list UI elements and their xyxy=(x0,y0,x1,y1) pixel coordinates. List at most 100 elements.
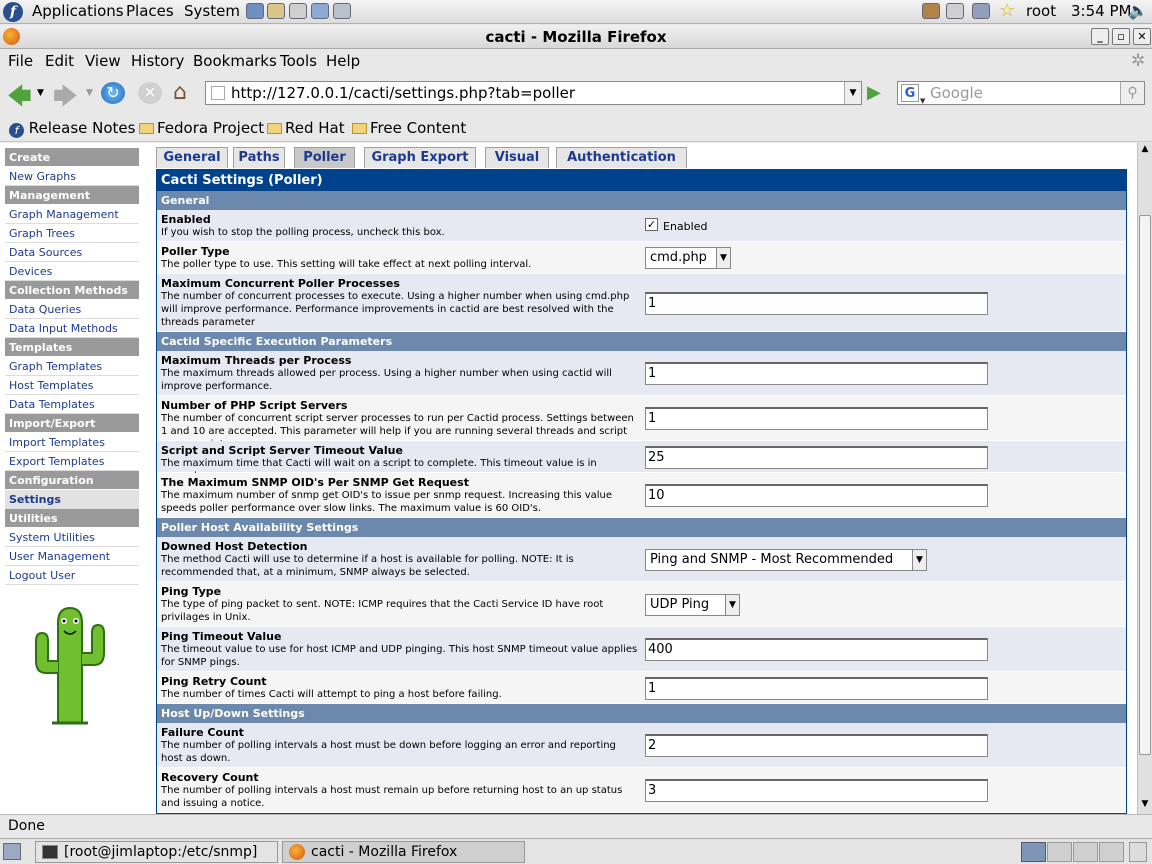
go-arrow-icon[interactable]: ▶ xyxy=(867,82,881,103)
firefox-window-icon[interactable] xyxy=(3,28,20,45)
sidebar-item-export-templates[interactable]: Export Templates xyxy=(5,452,139,471)
sidebar-item-system-utilities[interactable]: System Utilities xyxy=(5,528,139,547)
sidebar-item-graph-templates[interactable]: Graph Templates xyxy=(5,357,139,376)
downed-host-detection-select[interactable]: Ping and SNMP - Most Recommended ▼ xyxy=(645,549,927,571)
maximum-concurrent-poller-processes-input[interactable]: 1 xyxy=(645,292,988,315)
bookmark-release-notes[interactable]: f Release Notes xyxy=(9,119,135,138)
star-tray-icon[interactable]: ☆ xyxy=(999,0,1015,21)
minimize-button[interactable]: _ xyxy=(1091,28,1109,45)
sidebar-item-new-graphs[interactable]: New Graphs xyxy=(5,167,139,186)
back-history-dropdown-icon[interactable]: ▼ xyxy=(37,88,44,98)
tab-general[interactable]: General xyxy=(156,147,228,168)
sidebar-item-data-queries[interactable]: Data Queries xyxy=(5,300,139,319)
search-magnifier-icon[interactable]: ⚲ xyxy=(1120,82,1144,104)
failure-count-input[interactable]: 2 xyxy=(645,734,988,757)
sidebar-heading-management: Management xyxy=(5,186,139,205)
sidebar-item-settings[interactable]: Settings xyxy=(5,490,139,509)
places-menu[interactable]: Places xyxy=(126,2,174,20)
url-dropdown-icon[interactable]: ▼ xyxy=(844,82,861,104)
menu-tools[interactable]: Tools xyxy=(280,52,317,70)
forward-history-dropdown-icon[interactable]: ▼ xyxy=(86,88,93,98)
enabled-checkbox-group: ✓ Enabled xyxy=(645,218,707,233)
scroll-up-icon[interactable]: ▲ xyxy=(1139,144,1151,157)
tab-poller[interactable]: Poller xyxy=(294,147,355,168)
ping-type-select[interactable]: UDP Ping ▼ xyxy=(645,594,740,616)
tab-authentication[interactable]: Authentication xyxy=(556,147,687,168)
ping-timeout-value-input[interactable]: 400 xyxy=(645,638,988,661)
clock[interactable]: 3:54 PM xyxy=(1071,2,1131,20)
printer-tray-icon[interactable] xyxy=(946,3,964,19)
menu-view[interactable]: View xyxy=(85,52,121,70)
bookmark-folder-red-hat[interactable]: Red Hat xyxy=(267,119,345,137)
workspace-1[interactable] xyxy=(1021,842,1046,862)
package-tray-icon[interactable] xyxy=(922,3,940,19)
menu-file[interactable]: File xyxy=(8,52,33,70)
bookmark-folder-fedora-project[interactable]: Fedora Project xyxy=(139,119,264,137)
task-firefox[interactable]: cacti - Mozilla Firefox xyxy=(282,841,525,863)
sidebar-heading-collection-methods: Collection Methods xyxy=(5,281,139,300)
document-launcher-icon[interactable] xyxy=(311,3,329,19)
folder-icon xyxy=(352,123,367,134)
sidebar-item-data-sources[interactable]: Data Sources xyxy=(5,243,139,262)
sidebar-item-data-input-methods[interactable]: Data Input Methods xyxy=(5,319,139,338)
menu-bookmarks[interactable]: Bookmarks xyxy=(193,52,277,70)
web-browser-launcher-icon[interactable] xyxy=(246,3,264,19)
sidebar-item-logout-user[interactable]: Logout User xyxy=(5,566,139,585)
maximize-button[interactable]: ▫ xyxy=(1112,28,1130,45)
enabled-checkbox-label[interactable]: Enabled xyxy=(663,220,707,233)
url-bar[interactable]: http://127.0.0.1/cacti/settings.php?tab=… xyxy=(205,81,862,105)
sidebar-item-user-management[interactable]: User Management xyxy=(5,547,139,566)
workspace-2[interactable] xyxy=(1047,842,1072,862)
setting-row-recovery-count: Recovery Count The number of polling inte… xyxy=(157,768,1126,813)
poller-type-select[interactable]: cmd.php ▼ xyxy=(645,247,731,269)
network-tray-icon[interactable] xyxy=(972,3,990,19)
reload-icon[interactable]: ↻ xyxy=(101,82,125,104)
engine-dropdown-icon[interactable]: ▼ xyxy=(920,90,925,112)
number-of-php-script-servers-input[interactable]: 1 xyxy=(645,407,988,430)
edit-launcher-icon[interactable] xyxy=(289,3,307,19)
recovery-count-input[interactable]: 3 xyxy=(645,779,988,802)
home-icon[interactable]: ⌂ xyxy=(173,80,187,105)
workspace-3[interactable] xyxy=(1073,842,1098,862)
menu-history[interactable]: History xyxy=(131,52,184,70)
script-and-script-server-timeout-value-input[interactable]: 25 xyxy=(645,446,988,469)
vertical-scrollbar[interactable]: ▲ ▼ xyxy=(1137,143,1152,814)
sidebar-item-graph-management[interactable]: Graph Management xyxy=(5,205,139,224)
sidebar-item-devices[interactable]: Devices xyxy=(5,262,139,281)
google-engine-icon[interactable]: G xyxy=(901,84,919,102)
setting-description: The timeout value to use for host ICMP a… xyxy=(161,644,638,668)
tab-paths[interactable]: Paths xyxy=(233,147,285,168)
applications-menu[interactable]: Applications xyxy=(32,2,124,20)
menu-bar: File Edit View History Bookmarks Tools H… xyxy=(0,49,1152,73)
tab-visual[interactable]: Visual xyxy=(485,147,549,168)
scroll-thumb[interactable] xyxy=(1139,215,1151,755)
bookmark-folder-free-content[interactable]: Free Content xyxy=(352,119,466,137)
sidebar-item-import-templates[interactable]: Import Templates xyxy=(5,433,139,452)
workspace-4[interactable] xyxy=(1099,842,1124,862)
close-button[interactable]: ✕ xyxy=(1133,28,1151,45)
url-text[interactable]: http://127.0.0.1/cacti/settings.php?tab=… xyxy=(231,84,575,102)
sidebar-item-data-templates[interactable]: Data Templates xyxy=(5,395,139,414)
sidebar-item-graph-trees[interactable]: Graph Trees xyxy=(5,224,139,243)
fedora-logo-icon[interactable]: f xyxy=(3,2,23,22)
task-terminal[interactable]: [root@jimlaptop:/etc/snmp] xyxy=(35,841,278,863)
stop-icon[interactable]: ✕ xyxy=(138,82,162,104)
sidebar-item-host-templates[interactable]: Host Templates xyxy=(5,376,139,395)
search-input[interactable]: G ▼ Google ⚲ xyxy=(897,81,1145,105)
tab-graph-export[interactable]: Graph Export xyxy=(364,147,476,168)
ping-retry-count-input[interactable]: 1 xyxy=(645,677,988,700)
maximum-threads-per-process-input[interactable]: 1 xyxy=(645,362,988,385)
the-maximum-snmp-oid-s-per-snmp-get-request-input[interactable]: 10 xyxy=(645,484,988,507)
terminal-launcher-icon[interactable] xyxy=(333,3,351,19)
trash-icon[interactable] xyxy=(1129,842,1147,862)
system-menu[interactable]: System xyxy=(184,2,240,20)
setting-description: The maximum number of snmp get OID's to … xyxy=(161,490,613,514)
menu-help[interactable]: Help xyxy=(326,52,360,70)
volume-icon[interactable]: 🔈 xyxy=(1128,1,1148,20)
email-launcher-icon[interactable] xyxy=(267,3,285,19)
scroll-down-icon[interactable]: ▼ xyxy=(1139,799,1151,812)
enabled-checkbox[interactable]: ✓ xyxy=(645,218,658,231)
menu-edit[interactable]: Edit xyxy=(45,52,74,70)
show-desktop-icon[interactable] xyxy=(3,843,21,860)
settings-table: Cacti Settings (Poller) General Enabled If… xyxy=(156,169,1127,814)
